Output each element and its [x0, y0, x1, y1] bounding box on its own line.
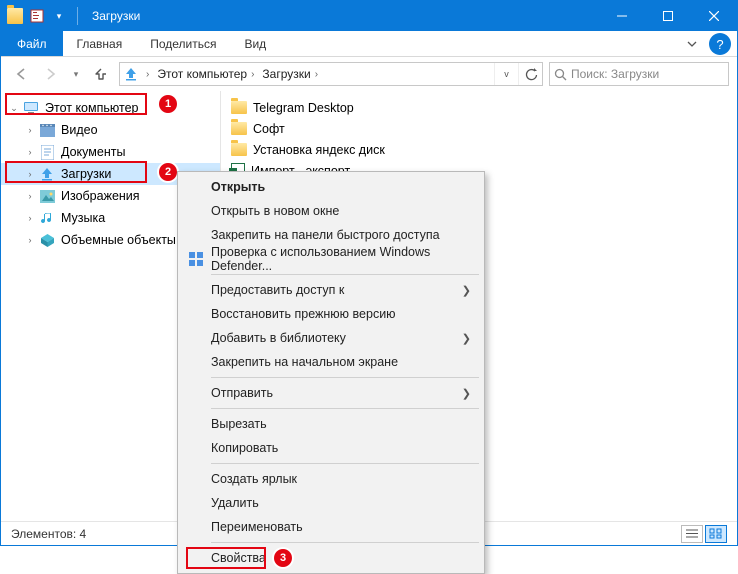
3d-icon	[39, 232, 55, 248]
view-details-button[interactable]	[681, 525, 703, 543]
ctx-create-shortcut[interactable]: Создать ярлык	[181, 467, 481, 491]
tab-view[interactable]: Вид	[230, 31, 280, 56]
tree-twisty-open-icon[interactable]: ⌄	[7, 103, 21, 114]
tree-item-documents[interactable]: › Документы	[1, 141, 220, 163]
back-button[interactable]	[9, 62, 33, 86]
ctx-delete[interactable]: Удалить	[181, 491, 481, 515]
ctx-open-new-window[interactable]: Открыть в новом окне	[181, 199, 481, 223]
window-title: Загрузки	[88, 9, 140, 23]
folder-icon	[231, 143, 247, 156]
status-count: Элементов: 4	[11, 527, 86, 541]
ctx-share[interactable]: Предоставить доступ к❯	[181, 278, 481, 302]
annotation-badge-1: 1	[159, 95, 177, 113]
ctx-cut[interactable]: Вырезать	[181, 412, 481, 436]
refresh-button[interactable]	[518, 63, 542, 85]
annotation-badge-2: 2	[159, 163, 177, 181]
maximize-button[interactable]	[645, 1, 691, 31]
tree-twisty-icon[interactable]: ›	[23, 147, 37, 157]
recent-dropdown-icon[interactable]: ▾	[69, 62, 83, 86]
downloads-icon	[120, 66, 142, 82]
folder-icon	[231, 101, 247, 114]
ctx-open[interactable]: Открыть	[181, 175, 481, 199]
ribbon: Файл Главная Поделиться Вид ?	[1, 31, 737, 57]
folder-icon	[231, 122, 247, 135]
tree-this-pc[interactable]: ⌄ Этот компьютер	[1, 97, 220, 119]
submenu-arrow-icon: ❯	[462, 284, 471, 297]
minimize-button[interactable]	[599, 1, 645, 31]
documents-icon	[39, 144, 55, 160]
tree-twisty-icon[interactable]: ›	[23, 191, 37, 201]
submenu-arrow-icon: ❯	[462, 332, 471, 345]
tab-home[interactable]: Главная	[63, 31, 137, 56]
up-button[interactable]	[89, 62, 113, 86]
tree-twisty-icon[interactable]: ›	[23, 213, 37, 223]
breadcrumb-pc[interactable]: Этот компьютер›	[153, 67, 258, 81]
tree-item-videos[interactable]: › Видео	[1, 119, 220, 141]
search-placeholder: Поиск: Загрузки	[571, 67, 659, 81]
pictures-icon	[39, 188, 55, 204]
tree-twisty-icon[interactable]: ›	[23, 235, 37, 245]
view-icons-button[interactable]	[705, 525, 727, 543]
close-button[interactable]	[691, 1, 737, 31]
ribbon-expand-icon[interactable]	[679, 31, 705, 56]
ctx-restore-version[interactable]: Восстановить прежнюю версию	[181, 302, 481, 326]
qat-properties-icon[interactable]	[29, 8, 45, 24]
file-item[interactable]: Установка яндекс диск	[231, 139, 727, 160]
ctx-pin-quick-access[interactable]: Закрепить на панели быстрого доступа	[181, 223, 481, 247]
window-folder-icon	[7, 8, 23, 24]
ctx-rename[interactable]: Переименовать	[181, 515, 481, 539]
ctx-properties[interactable]: Свойства	[181, 546, 481, 570]
qat-dropdown-icon[interactable]: ▾	[51, 8, 67, 24]
ctx-copy[interactable]: Копировать	[181, 436, 481, 460]
address-dropdown-icon[interactable]: v	[494, 63, 518, 85]
pc-icon	[23, 100, 39, 116]
ctx-pin-start[interactable]: Закрепить на начальном экране	[181, 350, 481, 374]
ctx-add-library[interactable]: Добавить в библиотеку❯	[181, 326, 481, 350]
context-menu: Открыть Открыть в новом окне Закрепить н…	[177, 171, 485, 574]
submenu-arrow-icon: ❯	[462, 387, 471, 400]
file-item[interactable]: Софт	[231, 118, 727, 139]
file-tab[interactable]: Файл	[1, 31, 63, 56]
address-bar[interactable]: › Этот компьютер› Загрузки› v	[119, 62, 543, 86]
file-item[interactable]: Telegram Desktop	[231, 97, 727, 118]
search-box[interactable]: Поиск: Загрузки	[549, 62, 729, 86]
ctx-send-to[interactable]: Отправить❯	[181, 381, 481, 405]
forward-button[interactable]	[39, 62, 63, 86]
nav-row: ▾ › Этот компьютер› Загрузки› v Поиск: З…	[1, 57, 737, 91]
videos-icon	[39, 122, 55, 138]
ctx-defender-scan[interactable]: Проверка с использованием Windows Defend…	[181, 247, 481, 271]
breadcrumb-downloads[interactable]: Загрузки›	[258, 67, 322, 81]
tree-twisty-icon[interactable]: ›	[23, 169, 37, 179]
title-bar: ▾ Загрузки	[1, 1, 737, 31]
defender-icon	[187, 250, 205, 268]
search-icon	[554, 68, 567, 81]
downloads-icon	[39, 166, 55, 182]
music-icon	[39, 210, 55, 226]
tab-share[interactable]: Поделиться	[136, 31, 230, 56]
breadcrumb-root-chevron[interactable]: ›	[142, 69, 153, 80]
help-button[interactable]: ?	[709, 33, 731, 55]
tree-twisty-icon[interactable]: ›	[23, 125, 37, 135]
annotation-badge-3: 3	[274, 549, 292, 567]
